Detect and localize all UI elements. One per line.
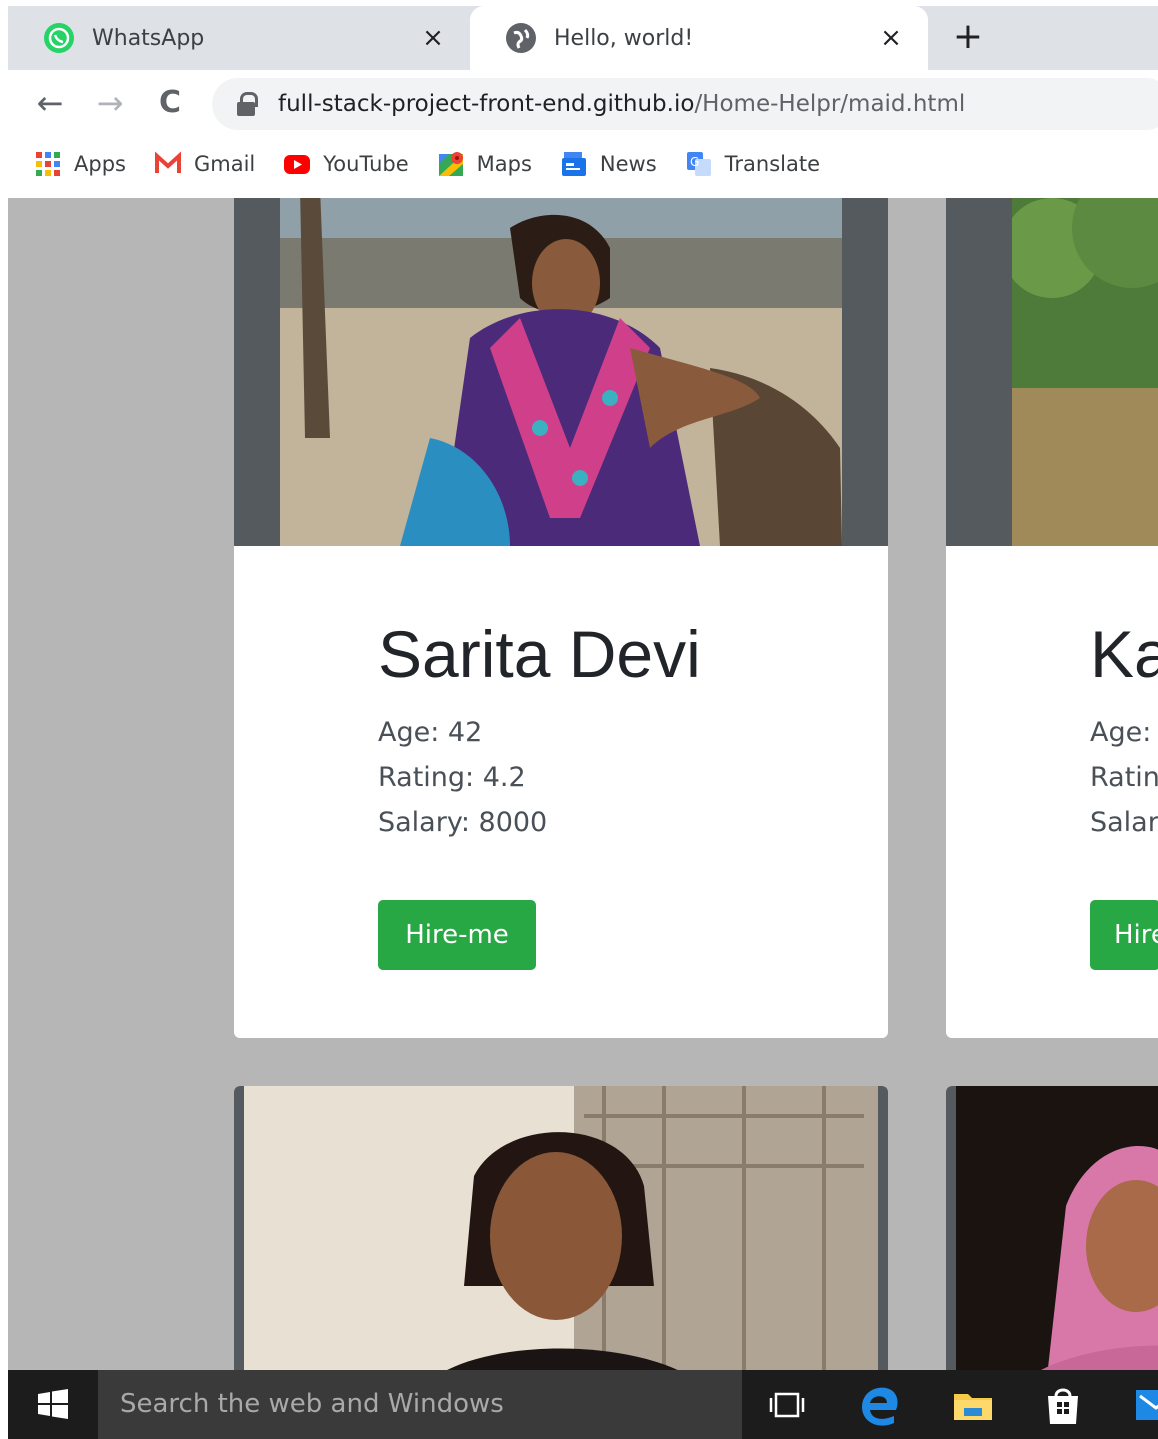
maid-name: Ka xyxy=(1090,617,1158,691)
bookmark-maps[interactable]: Maps xyxy=(437,150,532,178)
tab-title: Hello, world! xyxy=(554,25,694,51)
close-tab-icon[interactable]: × xyxy=(418,23,448,53)
news-icon xyxy=(560,150,588,178)
lock-icon xyxy=(236,92,258,116)
file-explorer-icon[interactable] xyxy=(948,1380,998,1430)
bookmark-news[interactable]: News xyxy=(560,150,657,178)
maid-rating: Ratin xyxy=(1090,762,1158,793)
maid-age: Age: xyxy=(1090,717,1152,748)
edge-browser-icon[interactable] xyxy=(856,1380,906,1430)
windows-logo-icon xyxy=(38,1389,68,1419)
outlook-icon[interactable] xyxy=(1132,1380,1158,1430)
bookmarks-bar: Apps Gmail YouTube Maps News G Translate xyxy=(8,136,1158,192)
globe-icon xyxy=(506,23,536,53)
url-host: full-stack-project-front-end.github.io xyxy=(278,91,695,117)
apps-grid-icon xyxy=(34,150,62,178)
tab-title: WhatsApp xyxy=(92,25,205,51)
maid-card: Ka Age: Ratin Salar Hire xyxy=(946,198,1158,1038)
forward-button[interactable]: → xyxy=(90,84,130,124)
maid-card: Sarita Devi Age: 42 Rating: 4.2 Salary: … xyxy=(234,198,888,1038)
youtube-icon xyxy=(283,150,311,178)
page-content: Sarita Devi Age: 42 Rating: 4.2 Salary: … xyxy=(8,198,1158,1370)
bookmark-label: Translate xyxy=(724,152,821,176)
browser-toolbar: ← → C full-stack-project-front-end.githu… xyxy=(8,70,1158,136)
maid-salary: Salar xyxy=(1090,807,1158,838)
close-tab-icon[interactable]: × xyxy=(876,23,906,53)
maid-card xyxy=(234,1086,888,1370)
maid-photo xyxy=(1012,198,1158,546)
maid-photo xyxy=(244,1086,878,1370)
url-path: /Home-Helpr/maid.html xyxy=(694,91,966,117)
tab-strip: WhatsApp × Hello, world! × + xyxy=(8,6,1158,70)
maid-age: Age: 42 xyxy=(378,717,483,748)
translate-icon: G xyxy=(685,150,713,178)
reload-button[interactable]: C xyxy=(150,84,190,124)
maid-photo xyxy=(280,198,842,546)
bookmark-apps[interactable]: Apps xyxy=(34,150,126,178)
bookmark-youtube[interactable]: YouTube xyxy=(283,150,409,178)
bookmark-label: Apps xyxy=(74,152,126,176)
whatsapp-icon xyxy=(44,23,74,53)
back-button[interactable]: ← xyxy=(30,84,70,124)
windows-search-box[interactable]: Search the web and Windows xyxy=(98,1370,742,1439)
gmail-icon xyxy=(154,150,182,178)
bookmark-label: YouTube xyxy=(323,152,409,176)
bookmark-label: News xyxy=(599,152,657,176)
card-image-frame xyxy=(234,198,888,546)
svg-text:G: G xyxy=(690,155,699,169)
maid-photo xyxy=(956,1086,1158,1370)
card-image-frame xyxy=(946,198,1158,546)
tab-hello-world[interactable]: Hello, world! × xyxy=(470,6,928,70)
new-tab-button[interactable]: + xyxy=(946,16,990,60)
maid-name: Sarita Devi xyxy=(378,617,701,691)
store-icon[interactable] xyxy=(1038,1380,1088,1430)
maps-icon xyxy=(437,150,465,178)
bookmark-gmail[interactable]: Gmail xyxy=(154,150,255,178)
address-bar[interactable]: full-stack-project-front-end.github.io/H… xyxy=(212,78,1158,130)
bookmark-translate[interactable]: G Translate xyxy=(685,150,820,178)
maid-salary: Salary: 8000 xyxy=(378,807,548,838)
bookmark-label: Gmail xyxy=(193,152,256,176)
card-image-frame xyxy=(946,1086,1158,1370)
screen: WhatsApp × Hello, world! × + ← → C full-… xyxy=(0,0,1158,1439)
hire-me-button[interactable]: Hire xyxy=(1090,900,1158,970)
task-view-icon[interactable] xyxy=(762,1380,812,1430)
hire-me-button[interactable]: Hire-me xyxy=(378,900,536,970)
bookmark-label: Maps xyxy=(476,152,532,176)
maid-card xyxy=(946,1086,1158,1370)
url-text: full-stack-project-front-end.github.io/H… xyxy=(278,91,965,117)
card-image-frame xyxy=(234,1086,888,1370)
tab-whatsapp[interactable]: WhatsApp × xyxy=(8,6,470,70)
windows-taskbar: Search the web and Windows xyxy=(8,1370,1158,1439)
maid-rating: Rating: 4.2 xyxy=(378,762,526,793)
start-button[interactable] xyxy=(8,1370,98,1439)
